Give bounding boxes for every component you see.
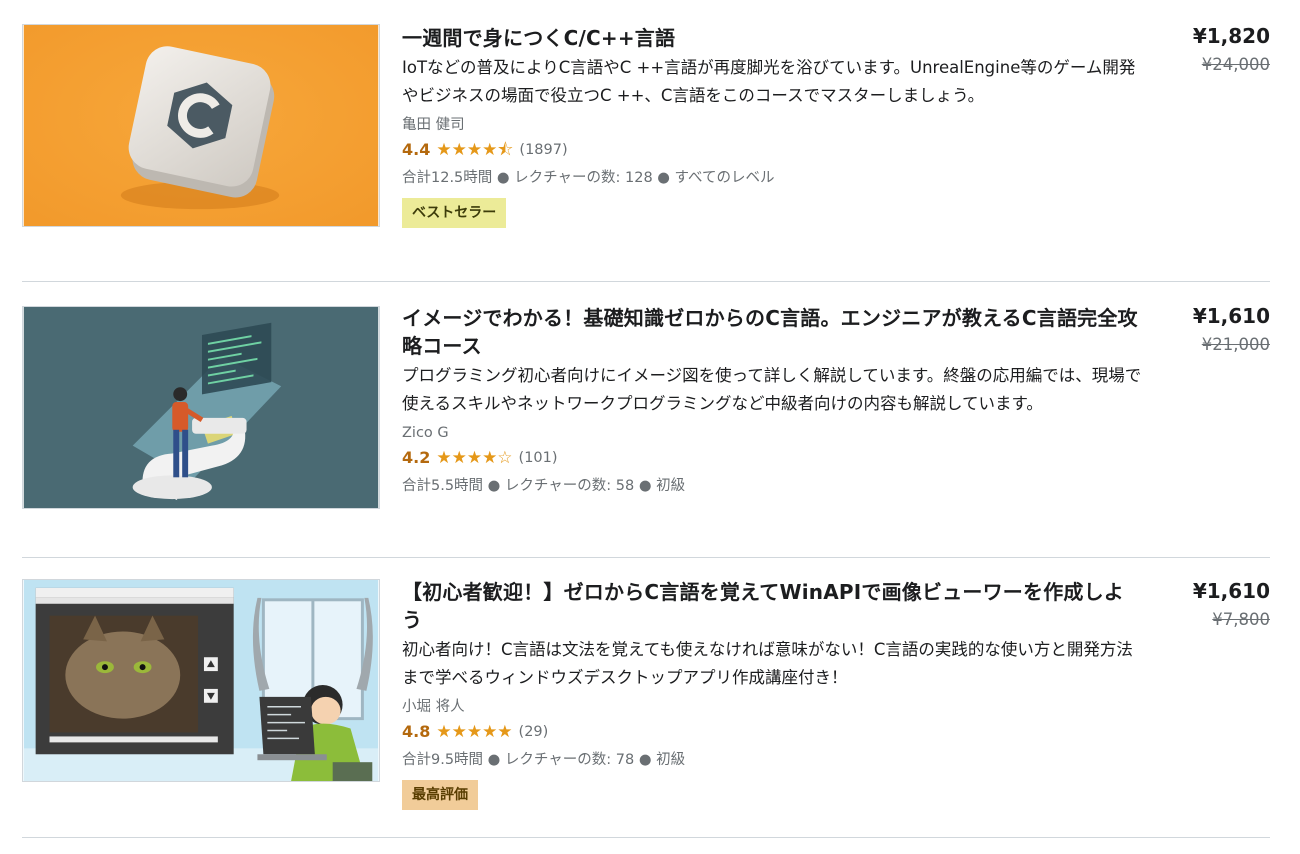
rating-score: 4.2: [402, 448, 431, 467]
course-card[interactable]: 【初心者歓迎！】ゼロからC言語を覚えてWinAPIで画像ビューワーを作成しよう …: [22, 558, 1270, 838]
course-meta: 合計12.5時間 ● レクチャーの数: 128 ● すべてのレベル: [402, 170, 775, 186]
star-rating-icon: ★★★★★: [436, 722, 513, 742]
course-rating: 4.2 ★★★★☆ (101): [402, 444, 1142, 472]
course-meta: 合計5.5時間 ● レクチャーの数: 58 ● 初級: [402, 478, 686, 494]
rating-score: 4.8: [402, 722, 431, 741]
course-rating: 4.4 ★★★★⯪ (1897): [402, 136, 1142, 164]
course-thumbnail[interactable]: [22, 24, 380, 227]
course-card[interactable]: 一週間で身につくC/C++言語 IoTなどの普及によりC言語やC ++言語が再度…: [22, 0, 1270, 282]
star-rating-icon: ★★★★☆: [436, 448, 513, 468]
current-price: ¥1,610: [1192, 304, 1270, 328]
course-author: 亀田 健司: [402, 117, 465, 133]
course-title[interactable]: 【初心者歓迎！】ゼロからC言語を覚えてWinAPIで画像ビューワーを作成しよう: [402, 578, 1142, 634]
course-meta: 合計9.5時間 ● レクチャーの数: 78 ● 初級: [402, 752, 686, 768]
course-author: Zico G: [402, 425, 449, 441]
rating-count: (29): [518, 724, 549, 740]
course-description: IoTなどの普及によりC言語やC ++言語が再度脚光を浴びています。Unreal…: [402, 58, 1136, 105]
current-price: ¥1,820: [1192, 24, 1270, 48]
current-price: ¥1,610: [1192, 579, 1270, 603]
original-price: ¥7,800: [1212, 610, 1270, 629]
engineer-hologram-icon: [23, 307, 379, 508]
course-rating: 4.8 ★★★★★ (29): [402, 718, 1142, 746]
course-title[interactable]: イメージでわかる！基礎知識ゼロからのC言語。エンジニアが教えるC言語完全攻略コー…: [402, 304, 1142, 360]
course-author: 小堀 将人: [402, 699, 465, 715]
course-thumbnail[interactable]: [22, 306, 380, 509]
original-price: ¥21,000: [1201, 335, 1270, 354]
star-rating-icon: ★★★★⯪: [436, 140, 514, 160]
top-rated-badge: 最高評価: [402, 780, 478, 810]
course-price: ¥1,820 ¥24,000: [1193, 22, 1270, 80]
rating-count: (1897): [519, 142, 568, 158]
rating-score: 4.4: [402, 140, 431, 159]
bestseller-badge: ベストセラー: [402, 198, 507, 228]
course-price: ¥1,610 ¥21,000: [1193, 302, 1270, 360]
course-description: 初心者向け！C言語は文法を覚えても使えなければ意味がない！C言語の実践的な使い方…: [402, 640, 1133, 687]
course-card[interactable]: イメージでわかる！基礎知識ゼロからのC言語。エンジニアが教えるC言語完全攻略コー…: [22, 282, 1270, 558]
course-price: ¥1,610 ¥7,800: [1193, 577, 1270, 635]
course-title[interactable]: 一週間で身につくC/C++言語: [402, 24, 1142, 52]
course-description: プログラミング初心者向けにイメージ図を使って詳しく解説しています。終盤の応用編で…: [402, 366, 1142, 413]
course-thumbnail[interactable]: [22, 579, 380, 782]
rating-count: (101): [518, 450, 558, 466]
image-viewer-app-icon: [23, 580, 379, 781]
divider: [22, 837, 1270, 838]
original-price: ¥24,000: [1201, 55, 1270, 74]
c-language-key-icon: [23, 25, 379, 226]
